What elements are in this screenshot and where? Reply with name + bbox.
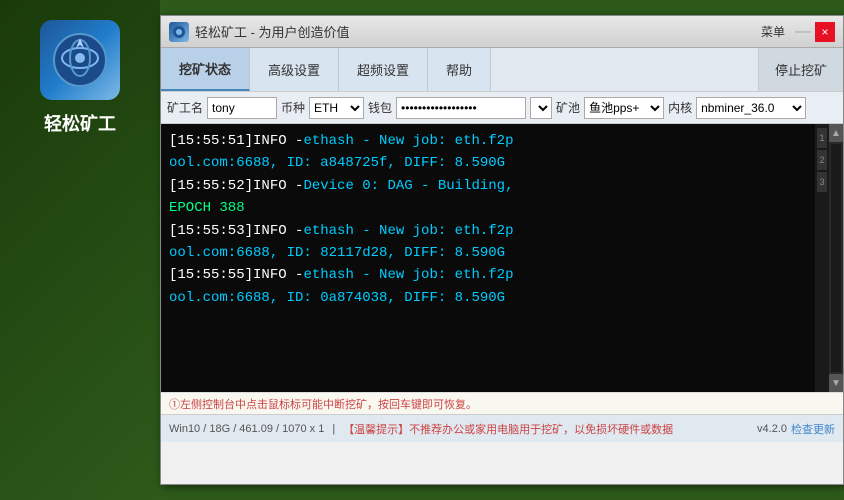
- scrollbar-track: [831, 144, 841, 372]
- check-update-button[interactable]: 检查更新: [791, 421, 835, 437]
- console-area: [15:55:51] INFO - ethash - New job: eth.…: [161, 124, 843, 392]
- app-icon-label: 轻松矿工: [44, 110, 116, 136]
- coin-select[interactable]: ETH ETC RVN: [309, 97, 364, 119]
- log-line-2b: EPOCH 388: [169, 197, 793, 219]
- coin-label: 币种: [281, 99, 305, 116]
- log-line-4: [15:55:55] INFO - ethash - New job: eth.…: [169, 264, 793, 286]
- side-indicator-2: 2: [817, 150, 827, 170]
- core-label: 内核: [668, 99, 692, 116]
- warning-text: 【温馨提示】不推荐办公或家用电脑用于挖矿，以免损坏硬件或数据: [343, 421, 673, 437]
- help-button[interactable]: 帮助: [428, 48, 491, 91]
- super-settings-button[interactable]: 超频设置: [339, 48, 428, 91]
- advanced-settings-button[interactable]: 高级设置: [250, 48, 339, 91]
- app-icon: [40, 20, 120, 100]
- console-hint: ①左侧控制台中点击鼠标标可能中断挖矿，按回车键即可恢复。: [169, 396, 477, 412]
- bottom-hint-bar: ①左侧控制台中点击鼠标标可能中断挖矿，按回车键即可恢复。: [161, 392, 843, 414]
- menu-button[interactable]: 菜单: [755, 21, 791, 42]
- log-line-4b: ool.com:6688, ID: 0a874038, DIFF: 8.590G: [169, 287, 793, 309]
- system-info: Win10 / 18G / 461.09 / 1070 x 1: [169, 423, 324, 435]
- log-line-1b: ool.com:6688, ID: a848725f, DIFF: 8.590G: [169, 152, 793, 174]
- side-indicator-1: 1: [817, 128, 827, 148]
- wallet-label: 钱包: [368, 99, 392, 116]
- app-icon-panel: 轻松矿工: [0, 0, 160, 500]
- main-window: 轻松矿工 - 为用户创造价值 菜单 — × 挖矿状态 高级设置 超频设置 帮助 …: [160, 15, 844, 485]
- close-button[interactable]: ×: [815, 22, 835, 42]
- title-controls: 菜单 — ×: [755, 21, 835, 42]
- title-separator: —: [795, 23, 811, 41]
- form-row: 矿工名 币种 ETH ETC RVN 钱包 矿池 鱼池pps+ 鱼池pplns …: [161, 92, 843, 124]
- scrollbar-down-button[interactable]: ▼: [829, 374, 843, 392]
- mining-status-button[interactable]: 挖矿状态: [161, 48, 250, 91]
- log-line-1: [15:55:51] INFO - ethash - New job: eth.…: [169, 130, 793, 152]
- scrollbar-up-button[interactable]: ▲: [829, 124, 843, 142]
- miner-label: 矿工名: [167, 99, 203, 116]
- core-select[interactable]: nbminer_36.0 nbminer_39.0 lolminer: [696, 97, 806, 119]
- window-title: 轻松矿工 - 为用户创造价值: [195, 22, 755, 41]
- log-line-3: [15:55:53] INFO - ethash - New job: eth.…: [169, 220, 793, 242]
- status-bar: Win10 / 18G / 461.09 / 1070 x 1 | 【温馨提示】…: [161, 414, 843, 442]
- wallet-input[interactable]: [396, 97, 526, 119]
- log-line-2: [15:55:52] INFO - Device 0: DAG - Buildi…: [169, 175, 793, 197]
- title-bar-icon: [169, 22, 189, 42]
- miner-name-input[interactable]: [207, 97, 277, 119]
- side-indicator-3: 3: [817, 172, 827, 192]
- log-line-3b: ool.com:6688, ID: 82117d28, DIFF: 8.590G: [169, 242, 793, 264]
- console-content: [15:55:51] INFO - ethash - New job: eth.…: [161, 124, 801, 392]
- status-separator: |: [332, 423, 335, 435]
- pool-select[interactable]: 鱼池pps+ 鱼池pplns E池: [584, 97, 664, 119]
- pool-label: 矿池: [556, 99, 580, 116]
- console-scrollbar: ▲ ▼: [829, 124, 843, 392]
- title-bar: 轻松矿工 - 为用户创造价值 菜单 — ×: [161, 16, 843, 48]
- version-label: v4.2.0: [757, 423, 787, 435]
- console-side-panel: 1 2 3: [815, 124, 829, 392]
- toolbar: 挖矿状态 高级设置 超频设置 帮助 停止挖矿: [161, 48, 843, 92]
- stop-mining-button[interactable]: 停止挖矿: [758, 48, 843, 91]
- wallet-select-arrow[interactable]: [530, 97, 552, 119]
